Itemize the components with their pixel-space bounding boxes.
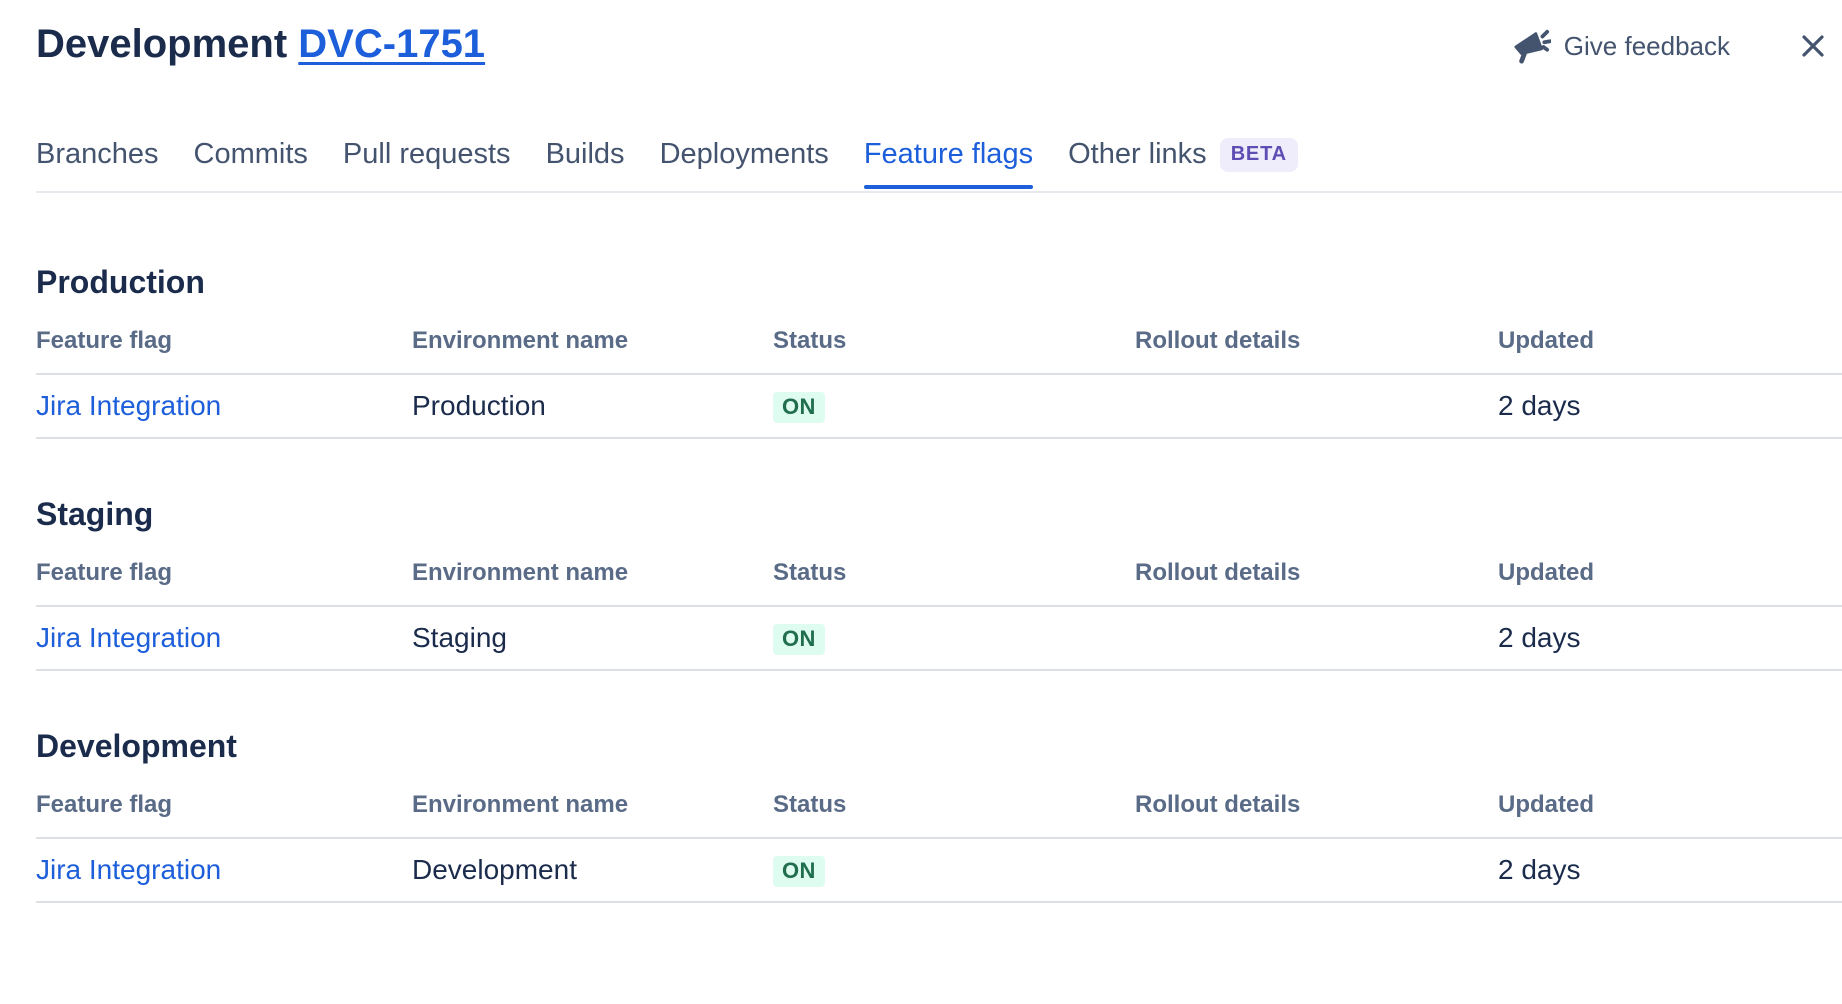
give-feedback-button[interactable]: Give feedback bbox=[1513, 28, 1730, 64]
dialog-header: Development DVC-1751 Give feedback bbox=[0, 0, 1842, 68]
feature-flags-panel: Production Feature flag Environment name… bbox=[0, 263, 1842, 903]
megaphone-icon bbox=[1513, 28, 1551, 64]
header-actions: Give feedback bbox=[1513, 20, 1830, 64]
column-header-updated: Updated bbox=[1498, 543, 1842, 606]
tab-label: Other links bbox=[1068, 138, 1207, 170]
tab-label: Deployments bbox=[660, 138, 829, 170]
tab-label: Feature flags bbox=[864, 138, 1033, 170]
tab-pull-requests[interactable]: Pull requests bbox=[343, 138, 511, 187]
column-header-status: Status bbox=[773, 311, 1135, 374]
section-heading: Staging bbox=[36, 495, 1842, 533]
feature-flag-link[interactable]: Jira Integration bbox=[36, 854, 221, 885]
column-header-rollout-details: Rollout details bbox=[1135, 775, 1498, 838]
rollout-details-cell bbox=[1135, 606, 1498, 670]
section-staging: Staging Feature flag Environment name St… bbox=[36, 495, 1842, 671]
tab-commits[interactable]: Commits bbox=[194, 138, 308, 187]
section-heading: Development bbox=[36, 727, 1842, 765]
column-header-status: Status bbox=[773, 775, 1135, 838]
column-header-updated: Updated bbox=[1498, 775, 1842, 838]
updated-cell: 2 days bbox=[1498, 606, 1842, 670]
column-header-feature-flag: Feature flag bbox=[36, 775, 412, 838]
column-header-rollout-details: Rollout details bbox=[1135, 543, 1498, 606]
feature-flag-table: Feature flag Environment name Status Rol… bbox=[36, 775, 1842, 903]
environment-name-cell: Development bbox=[412, 838, 773, 902]
close-icon bbox=[1798, 49, 1828, 64]
environment-name-cell: Staging bbox=[412, 606, 773, 670]
give-feedback-label: Give feedback bbox=[1564, 31, 1730, 62]
column-header-environment-name: Environment name bbox=[412, 311, 773, 374]
table-header-row: Feature flag Environment name Status Rol… bbox=[36, 543, 1842, 606]
tab-label: Commits bbox=[194, 138, 308, 170]
section-heading: Production bbox=[36, 263, 1842, 301]
tab-feature-flags[interactable]: Feature flags bbox=[864, 138, 1033, 187]
status-badge: ON bbox=[773, 624, 825, 655]
column-header-environment-name: Environment name bbox=[412, 543, 773, 606]
section-development: Development Feature flag Environment nam… bbox=[36, 727, 1842, 903]
updated-cell: 2 days bbox=[1498, 838, 1842, 902]
section-production: Production Feature flag Environment name… bbox=[36, 263, 1842, 439]
beta-badge: BETA bbox=[1220, 138, 1298, 172]
tab-label: Builds bbox=[546, 138, 625, 170]
column-header-updated: Updated bbox=[1498, 311, 1842, 374]
updated-cell: 2 days bbox=[1498, 374, 1842, 438]
close-button[interactable] bbox=[1796, 29, 1830, 63]
tab-label: Pull requests bbox=[343, 138, 511, 170]
feature-flag-link[interactable]: Jira Integration bbox=[36, 390, 221, 421]
tab-builds[interactable]: Builds bbox=[546, 138, 625, 187]
rollout-details-cell bbox=[1135, 374, 1498, 438]
tab-label: Branches bbox=[36, 138, 159, 170]
table-header-row: Feature flag Environment name Status Rol… bbox=[36, 311, 1842, 374]
environment-name-cell: Production bbox=[412, 374, 773, 438]
tab-branches[interactable]: Branches bbox=[36, 138, 159, 187]
table-row: Jira Integration Development ON 2 days bbox=[36, 838, 1842, 902]
status-badge: ON bbox=[773, 856, 825, 887]
status-badge: ON bbox=[773, 392, 825, 423]
dev-panel-tabs: Branches Commits Pull requests Builds De… bbox=[36, 138, 1842, 193]
table-row: Jira Integration Production ON 2 days bbox=[36, 374, 1842, 438]
column-header-feature-flag: Feature flag bbox=[36, 543, 412, 606]
page-title-text: Development bbox=[36, 22, 287, 66]
column-header-status: Status bbox=[773, 543, 1135, 606]
feature-flag-table: Feature flag Environment name Status Rol… bbox=[36, 543, 1842, 671]
page-title: Development DVC-1751 bbox=[36, 20, 485, 68]
table-row: Jira Integration Staging ON 2 days bbox=[36, 606, 1842, 670]
column-header-rollout-details: Rollout details bbox=[1135, 311, 1498, 374]
tab-other-links[interactable]: Other links BETA bbox=[1068, 138, 1298, 191]
rollout-details-cell bbox=[1135, 838, 1498, 902]
tab-deployments[interactable]: Deployments bbox=[660, 138, 829, 187]
issue-key-link[interactable]: DVC-1751 bbox=[298, 22, 485, 66]
feature-flag-table: Feature flag Environment name Status Rol… bbox=[36, 311, 1842, 439]
column-header-feature-flag: Feature flag bbox=[36, 311, 412, 374]
feature-flag-link[interactable]: Jira Integration bbox=[36, 622, 221, 653]
column-header-environment-name: Environment name bbox=[412, 775, 773, 838]
table-header-row: Feature flag Environment name Status Rol… bbox=[36, 775, 1842, 838]
